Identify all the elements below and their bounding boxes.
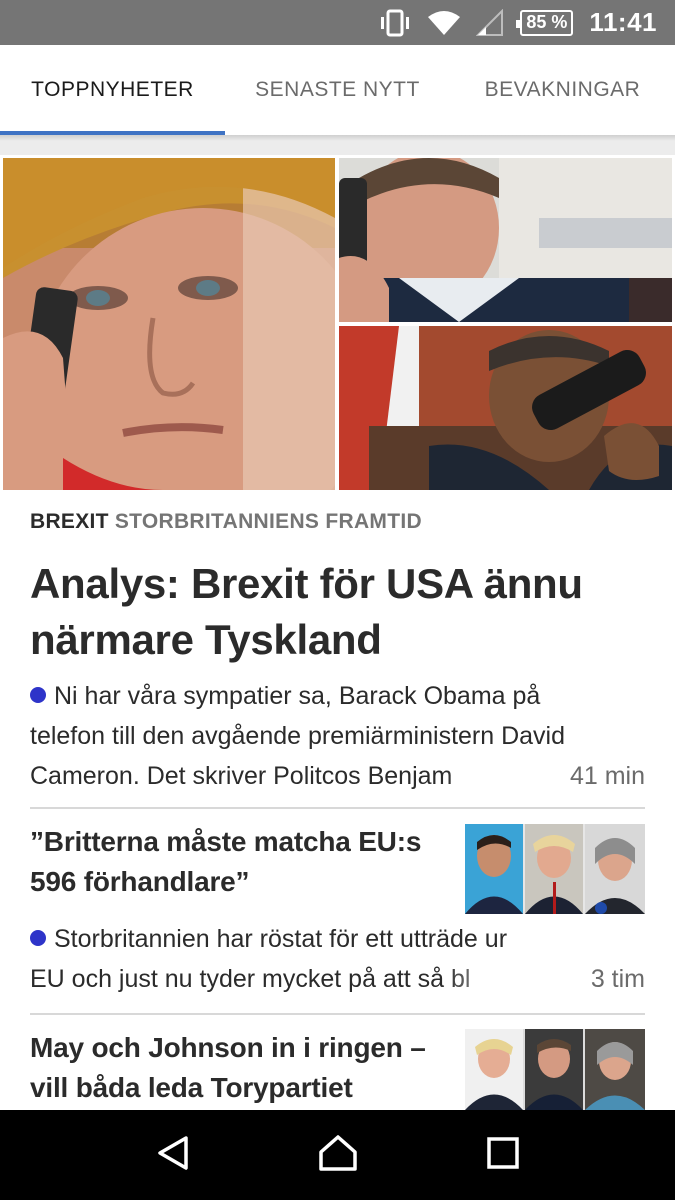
bullet-dot-icon [30, 687, 46, 703]
tab-senaste-nytt[interactable]: SENASTE NYTT [225, 45, 450, 135]
section-tabs: TOPPNYHETER SENASTE NYTT BEVAKNINGAR [0, 45, 675, 135]
battery-icon: 85 % [516, 9, 574, 36]
lead-headline[interactable]: Analys: Brexit för USA ännu närmare Tysk… [30, 556, 650, 668]
tab-bevakningar[interactable]: BEVAKNINGAR [450, 45, 675, 135]
story-age: 41 min [445, 756, 645, 796]
hero-photo-obama [339, 326, 672, 490]
story-summary[interactable]: Storbritannien har röstat för ett utträd… [30, 919, 645, 999]
home-button[interactable] [308, 1125, 368, 1185]
story-text-line: Storbritannien har röstat för ett utträd… [54, 925, 508, 953]
story-headline[interactable]: May och Johnson in i ringen – vill båda … [30, 1028, 450, 1108]
story-kicker[interactable]: BREXIT STORBRITANNIENS FRAMTID [30, 510, 422, 534]
hero-photo-merkel [3, 158, 335, 490]
divider [30, 807, 645, 809]
tab-label: SENASTE NYTT [255, 78, 420, 101]
story-age: 3 tim [445, 959, 645, 999]
bullet-dot-icon [30, 930, 46, 946]
tab-label: TOPPNYHETER [31, 78, 194, 101]
system-navigation-bar [0, 1110, 675, 1200]
back-icon [156, 1135, 190, 1176]
status-bar: 85 % 11:41 [0, 0, 675, 45]
recents-button[interactable] [473, 1125, 533, 1185]
lead-text-line: telefon till den avgående premiärministe… [30, 722, 566, 750]
story-headline[interactable]: ”Britterna måste matcha EU:s 596 förhand… [30, 822, 450, 902]
kicker-topic: BREXIT [30, 510, 109, 533]
kicker-subtopic: STORBRITANNIENS FRAMTID [114, 510, 422, 533]
tab-toppnyheter[interactable]: TOPPNYHETER [0, 45, 225, 135]
story-thumbnail[interactable] [465, 824, 645, 914]
clock: 11:41 [589, 7, 657, 37]
vibrate-icon [378, 9, 412, 37]
story-text-line: EU och just nu tyder mycket på att så bl [30, 965, 471, 993]
hero-photo-cameron [339, 158, 672, 322]
battery-level: 85 % [526, 12, 568, 32]
hero-image-collage[interactable] [0, 155, 675, 492]
signal-icon [476, 8, 504, 37]
wifi-icon [426, 9, 462, 37]
lead-text-line: Ni har våra sympatier sa, Barack Obama p… [54, 682, 541, 710]
tabs-divider [0, 135, 675, 155]
lead-summary[interactable]: Ni har våra sympatier sa, Barack Obama p… [30, 676, 645, 796]
recents-icon [486, 1136, 520, 1175]
story-thumbnail[interactable] [465, 1029, 645, 1110]
home-icon [318, 1134, 358, 1177]
back-button[interactable] [143, 1125, 203, 1185]
lead-text-line: Cameron. Det skriver Politcos Benjam [30, 762, 453, 790]
tab-label: BEVAKNINGAR [484, 78, 641, 101]
divider [30, 1013, 645, 1015]
